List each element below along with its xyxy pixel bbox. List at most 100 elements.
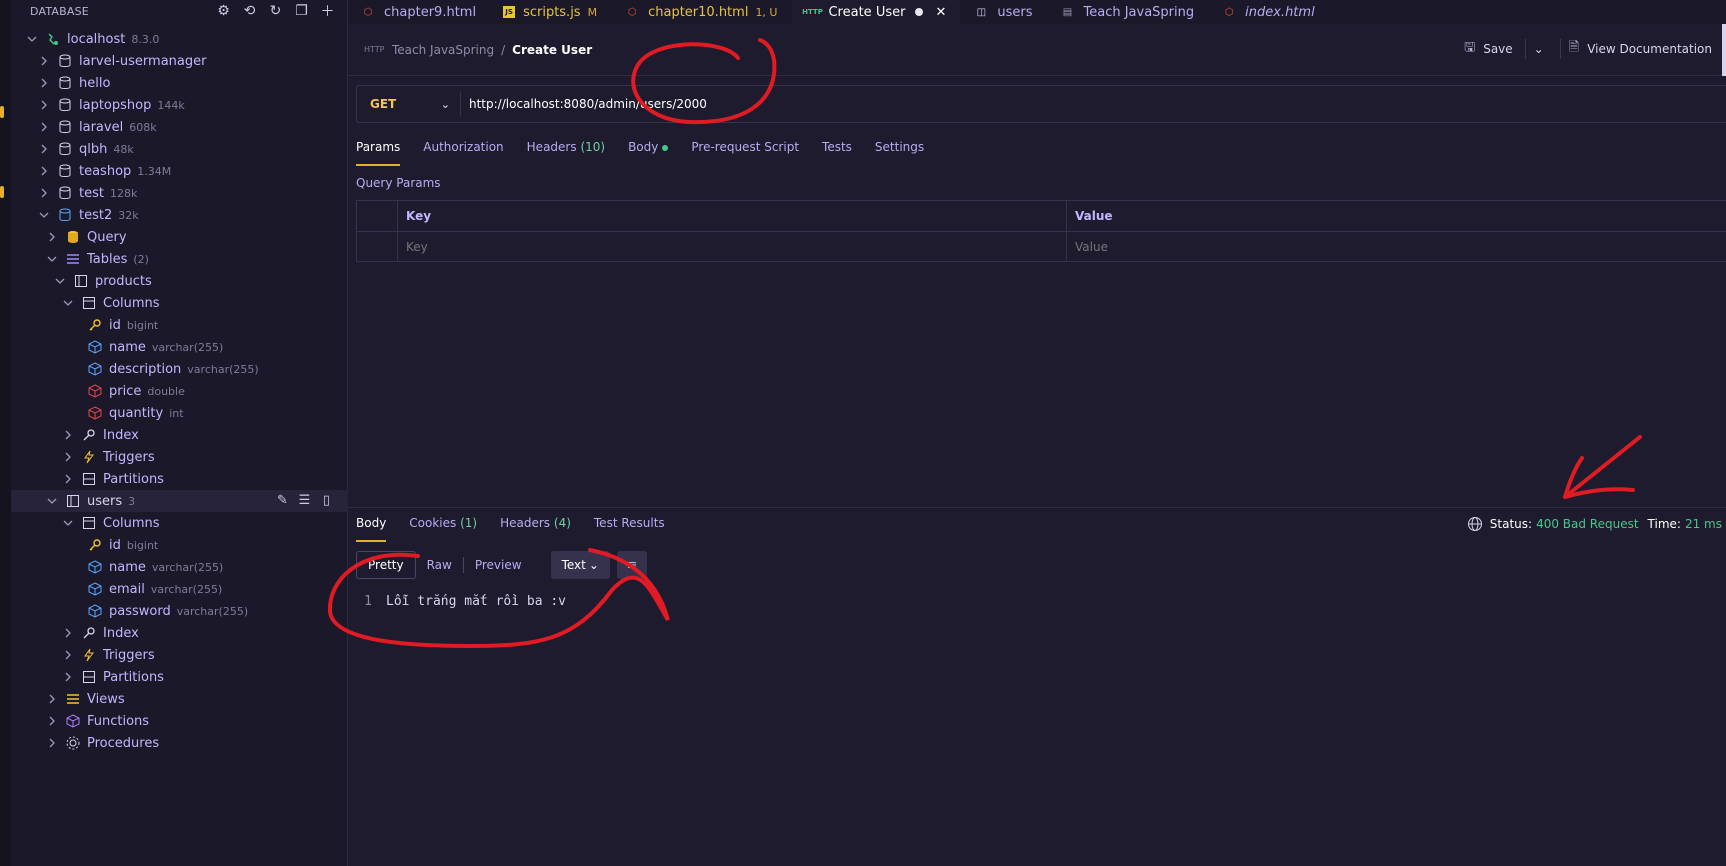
view-documentation-button[interactable]: 🗎 View Documentation [1569, 38, 1712, 60]
view-raw-button[interactable]: Raw [416, 551, 463, 579]
tree-item-query[interactable]: Query [11, 226, 348, 248]
tab-index-html[interactable]: ⬡ index.html [1209, 0, 1330, 24]
tree-item-database[interactable]: larvel-usermanager [11, 50, 348, 72]
tab-response-body[interactable]: Body [356, 516, 387, 542]
method-select[interactable]: GET ⌄ [357, 92, 461, 116]
key-input[interactable] [406, 239, 1033, 254]
list-icon[interactable]: ☰ [297, 493, 312, 508]
new-file-icon[interactable]: ▯ [319, 493, 334, 508]
chevron-right-icon[interactable] [61, 670, 75, 684]
tab-test-results[interactable]: Test Results [594, 516, 665, 542]
tree-item-column[interactable]: quantity int [11, 402, 348, 424]
view-pretty-button[interactable]: Pretty [356, 551, 416, 579]
tab-params[interactable]: Params [356, 140, 401, 166]
chevron-right-icon[interactable] [37, 76, 51, 90]
view-preview-button[interactable]: Preview [464, 551, 533, 579]
value-input[interactable] [1075, 239, 1694, 254]
tree-item-column[interactable]: name varchar(255) [11, 556, 348, 578]
tree-item-database[interactable]: qlbh 48k [11, 138, 348, 160]
chevron-right-icon[interactable] [45, 230, 59, 244]
tree-item-database[interactable]: hello [11, 72, 348, 94]
scrollbar[interactable] [1722, 24, 1726, 76]
breadcrumb-request[interactable]: Create User [512, 43, 592, 57]
tree-item-triggers[interactable]: Triggers [11, 644, 348, 666]
tree-item-database-test2[interactable]: test2 32k [11, 204, 348, 226]
tree-item-partitions[interactable]: Partitions [11, 468, 348, 490]
tree-item-columns[interactable]: Columns [11, 292, 348, 314]
chevron-down-icon[interactable] [53, 274, 67, 288]
tab-scripts-js[interactable]: JS scripts.js M [491, 0, 613, 24]
tab-settings[interactable]: Settings [875, 140, 924, 166]
tree-item-column[interactable]: email varchar(255) [11, 578, 348, 600]
tab-users[interactable]: ◫ users [961, 0, 1048, 24]
tree-item-table-users[interactable]: users 3 ✎ ☰ ▯ [11, 490, 348, 512]
tree-item-column[interactable]: name varchar(255) [11, 336, 348, 358]
tree-item-functions[interactable]: Functions [11, 710, 348, 732]
save-button[interactable]: 🖫 Save [1464, 38, 1513, 60]
chevron-right-icon[interactable] [45, 736, 59, 750]
tab-chapter10[interactable]: ⬡ chapter10.html 1, U [612, 0, 793, 24]
chevron-right-icon[interactable] [61, 626, 75, 640]
collapse-all-icon[interactable]: ❐ [293, 3, 310, 20]
chevron-right-icon[interactable] [37, 164, 51, 178]
tree-item-database[interactable]: teashop 1.34M [11, 160, 348, 182]
tree-item-database[interactable]: laravel 608k [11, 116, 348, 138]
tab-cookies[interactable]: Cookies (1) [409, 516, 477, 542]
chevron-down-icon[interactable] [61, 516, 75, 530]
chevron-right-icon[interactable] [37, 98, 51, 112]
chevron-right-icon[interactable] [37, 120, 51, 134]
tab-body[interactable]: Body [628, 140, 669, 166]
tab-pre-request-script[interactable]: Pre-request Script [691, 140, 799, 166]
tab-tests[interactable]: Tests [822, 140, 852, 166]
tree-item-procedures[interactable]: Procedures [11, 732, 348, 754]
tree-item-table-products[interactable]: products [11, 270, 348, 292]
tab-teach-javaspring[interactable]: ▤ Teach JavaSpring [1048, 0, 1210, 24]
tree-item-database[interactable]: test 128k [11, 182, 348, 204]
edit-pencil-icon[interactable]: ✎ [275, 493, 290, 508]
chevron-right-icon[interactable] [61, 472, 75, 486]
breadcrumb-collection[interactable]: Teach JavaSpring [392, 43, 494, 57]
tree-item-column[interactable]: price double [11, 380, 348, 402]
save-options-dropdown[interactable]: ⌄ [1534, 42, 1544, 56]
wrap-lines-button[interactable]: ≡ [616, 551, 647, 579]
tree-item-columns[interactable]: Columns [11, 512, 348, 534]
row-checkbox[interactable] [357, 232, 398, 261]
chevron-down-icon[interactable] [61, 296, 75, 310]
tree-item-localhost[interactable]: localhost 8.3.0 [11, 28, 348, 50]
chevron-right-icon[interactable] [37, 186, 51, 200]
tree-item-views[interactable]: Views [11, 688, 348, 710]
chevron-right-icon[interactable] [45, 692, 59, 706]
chevron-right-icon[interactable] [61, 648, 75, 662]
tree-item-triggers[interactable]: Triggers [11, 446, 348, 468]
url-input[interactable] [469, 97, 1669, 111]
chevron-down-icon[interactable] [45, 252, 59, 266]
tree-item-column[interactable]: description varchar(255) [11, 358, 348, 380]
tree-item-column[interactable]: id bigint [11, 534, 348, 556]
chevron-right-icon[interactable] [61, 450, 75, 464]
add-connection-icon[interactable]: ＋ [319, 3, 336, 20]
tab-headers[interactable]: Headers (10) [527, 140, 605, 166]
tab-authorization[interactable]: Authorization [423, 140, 503, 166]
tab-response-headers[interactable]: Headers (4) [500, 516, 571, 542]
tree-item-column[interactable]: id bigint [11, 314, 348, 336]
tab-chapter9[interactable]: ⬡ chapter9.html [348, 0, 492, 24]
refresh-icon[interactable]: ↻ [267, 3, 284, 20]
response-splitter[interactable] [348, 507, 1726, 508]
tree-item-index[interactable]: Index [11, 622, 348, 644]
globe-icon[interactable] [1467, 516, 1483, 532]
chevron-down-icon[interactable] [25, 32, 39, 46]
history-icon[interactable]: ⟲ [241, 3, 258, 20]
tree-item-database[interactable]: laptopshop 144k [11, 94, 348, 116]
format-select[interactable]: Text ⌄ [550, 551, 610, 579]
chevron-right-icon[interactable] [37, 54, 51, 68]
settings-gear-icon[interactable]: ⚙ [215, 3, 232, 20]
tab-create-user[interactable]: HTTP Create User ✕ [792, 0, 962, 24]
chevron-right-icon[interactable] [37, 142, 51, 156]
chevron-right-icon[interactable] [61, 428, 75, 442]
close-icon[interactable]: ✕ [935, 5, 946, 20]
chevron-right-icon[interactable] [45, 714, 59, 728]
tree-item-index[interactable]: Index [11, 424, 348, 446]
chevron-down-icon[interactable] [45, 494, 59, 508]
tree-item-column[interactable]: password varchar(255) [11, 600, 348, 622]
tree-item-tables[interactable]: Tables (2) [11, 248, 348, 270]
